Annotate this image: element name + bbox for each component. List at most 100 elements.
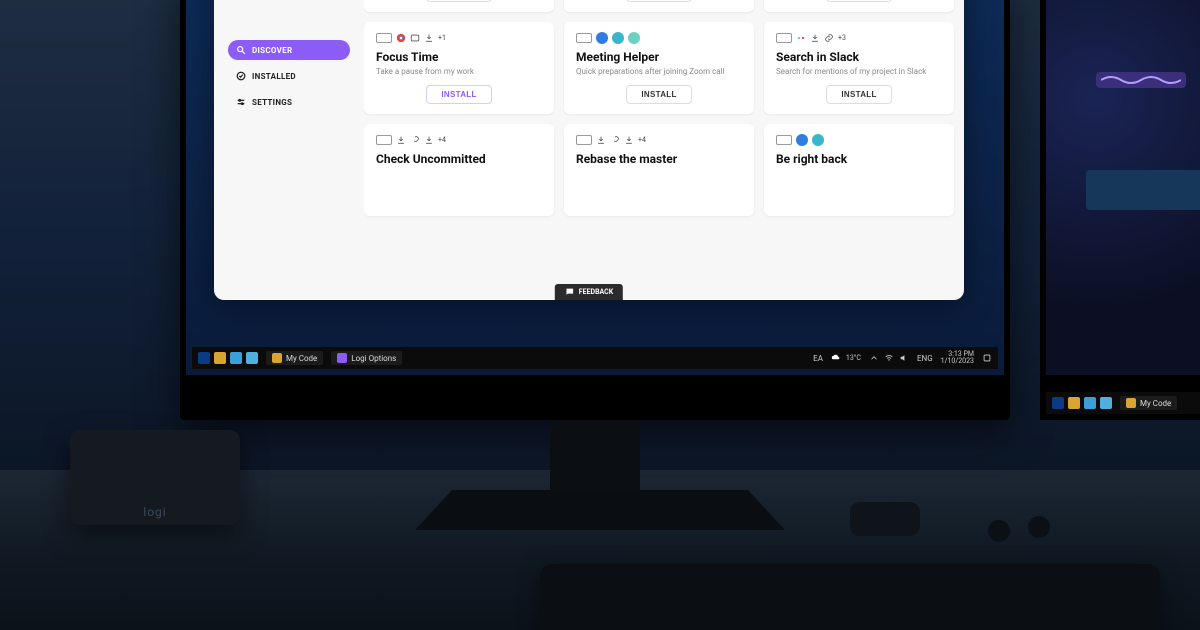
sidebar-item-settings[interactable]: SETTINGS xyxy=(228,92,350,112)
desk-earbud xyxy=(988,520,1010,542)
sidebar-item-installed[interactable]: INSTALLED xyxy=(228,66,350,86)
keyboard-icon xyxy=(776,33,792,43)
sidebar-item-label: SETTINGS xyxy=(252,98,292,107)
monitor-stand xyxy=(415,490,785,530)
feedback-button[interactable]: FEEDBACK xyxy=(555,284,623,300)
app-icon xyxy=(612,32,624,44)
taskbar-clock[interactable]: 3:13 PM 1/10/2023 xyxy=(941,351,974,365)
desk-keyboard xyxy=(540,564,1160,630)
speaker-icon xyxy=(899,353,909,363)
monitor-secondary: My Code xyxy=(1040,0,1200,420)
taskbar-secondary[interactable]: My Code xyxy=(1046,392,1200,414)
card-description: Take a pause from my work xyxy=(376,67,542,77)
more-count: +3 xyxy=(838,32,846,44)
card-grid: INSTALL INSTALL INSTALL xyxy=(364,0,954,216)
app-icon[interactable] xyxy=(1100,397,1112,409)
explorer-icon[interactable] xyxy=(1068,397,1080,409)
chrome-icon xyxy=(396,33,406,43)
chevron-up-icon xyxy=(869,353,879,363)
taskbar-lang-short[interactable]: EA xyxy=(813,354,823,363)
install-button[interactable]: INSTALL xyxy=(426,85,491,104)
keyboard-icon xyxy=(576,33,592,43)
app-icon xyxy=(628,32,640,44)
taskbar[interactable]: My Code Logi Options EA 13°C xyxy=(192,347,998,369)
install-button[interactable]: INSTALL xyxy=(826,0,891,2)
sidebar-item-label: INSTALLED xyxy=(252,72,296,81)
keyboard-icon xyxy=(776,135,792,145)
taskbar-app-label: My Code xyxy=(1140,399,1171,408)
start-icon[interactable] xyxy=(1052,397,1064,409)
card-description: Search for mentions of my project in Sla… xyxy=(776,67,942,77)
taskbar-right: EA 13°C ENG 3:13 PM 1/10/2023 xyxy=(813,351,992,365)
taskbar-app-logioptions[interactable]: Logi Options xyxy=(331,351,402,365)
start-icon[interactable] xyxy=(198,352,210,364)
keyboard-icon xyxy=(376,135,392,145)
keyboard-icon xyxy=(376,33,392,43)
taskbar-weather[interactable]: 13°C xyxy=(831,353,861,363)
install-button[interactable]: INSTALL xyxy=(826,85,891,104)
card-focus-time[interactable]: +1 Focus Time Take a pause from my work … xyxy=(364,22,554,114)
card-title: Meeting Helper xyxy=(576,50,742,64)
taskbar-app-mycode[interactable]: My Code xyxy=(1120,396,1177,410)
card-check-uncommitted[interactable]: +4 Check Uncommitted xyxy=(364,124,554,216)
app-icon[interactable] xyxy=(230,352,242,364)
install-button[interactable]: INSTALL xyxy=(626,0,691,2)
download-icon xyxy=(424,33,434,43)
download-icon xyxy=(624,135,634,145)
link-icon xyxy=(824,33,834,43)
taskbar-tray[interactable] xyxy=(869,353,909,363)
card-icon-row: +4 xyxy=(576,134,742,146)
explorer-icon[interactable] xyxy=(214,352,226,364)
screen-primary: DISCOVER INSTALLED SETTINGS xyxy=(186,0,1004,375)
app-icon[interactable] xyxy=(246,352,258,364)
content-area: INSTALL INSTALL INSTALL xyxy=(364,0,964,300)
card-meeting-helper[interactable]: Meeting Helper Quick preparations after … xyxy=(564,22,754,114)
more-count: +4 xyxy=(638,134,646,146)
desk-earbuds-case xyxy=(850,502,920,536)
card-be-right-back[interactable]: Be right back xyxy=(764,124,954,216)
sidebar-item-discover[interactable]: DISCOVER xyxy=(228,40,350,60)
card-stub: INSTALL xyxy=(564,0,754,12)
download-icon xyxy=(396,135,406,145)
search-icon xyxy=(236,45,246,55)
taskbar-lang[interactable]: ENG xyxy=(917,354,933,363)
card-title: Search in Slack xyxy=(776,50,942,64)
app-window: DISCOVER INSTALLED SETTINGS xyxy=(214,0,964,300)
install-button[interactable]: INSTALL xyxy=(626,85,691,104)
check-circle-icon xyxy=(236,71,246,81)
keyboard-icon xyxy=(576,135,592,145)
app-icon xyxy=(812,134,824,146)
download-icon xyxy=(810,33,820,43)
card-title: Check Uncommitted xyxy=(376,152,542,166)
app-badge-icon xyxy=(272,353,282,363)
taskbar-app-mycode[interactable]: My Code xyxy=(266,351,323,365)
download-icon xyxy=(424,135,434,145)
feedback-label: FEEDBACK xyxy=(579,288,613,296)
slack-icon xyxy=(796,33,806,43)
download-icon xyxy=(596,135,606,145)
taskbar-left: My Code Logi Options xyxy=(198,351,402,365)
monitor-primary: DISCOVER INSTALLED SETTINGS xyxy=(180,0,1010,420)
taskbar-app-label: My Code xyxy=(286,354,317,363)
notifications-icon[interactable] xyxy=(982,353,992,363)
waveform-icon xyxy=(1101,74,1181,86)
taskbar-app-label: Logi Options xyxy=(351,354,396,363)
screen-secondary xyxy=(1046,0,1200,375)
install-button[interactable]: INSTALL xyxy=(426,0,491,2)
sidebar-item-label: DISCOVER xyxy=(252,46,292,55)
card-title: Focus Time xyxy=(376,50,542,64)
card-search-slack[interactable]: +3 Search in Slack Search for mentions o… xyxy=(764,22,954,114)
card-icon-row: +4 xyxy=(376,134,542,146)
sliders-icon xyxy=(236,97,246,107)
card-description: Quick preparations after joining Zoom ca… xyxy=(576,67,742,77)
card-icon-row xyxy=(776,134,942,146)
card-icon-row xyxy=(576,32,742,44)
app-icon[interactable] xyxy=(1084,397,1096,409)
link-icon xyxy=(610,135,620,145)
card-rebase-master[interactable]: +4 Rebase the master xyxy=(564,124,754,216)
card-icon-row: +1 xyxy=(376,32,542,44)
app-badge-icon xyxy=(1126,398,1136,408)
app-badge-icon xyxy=(337,353,347,363)
card-icon-row: +3 xyxy=(776,32,942,44)
app-icon xyxy=(596,32,608,44)
